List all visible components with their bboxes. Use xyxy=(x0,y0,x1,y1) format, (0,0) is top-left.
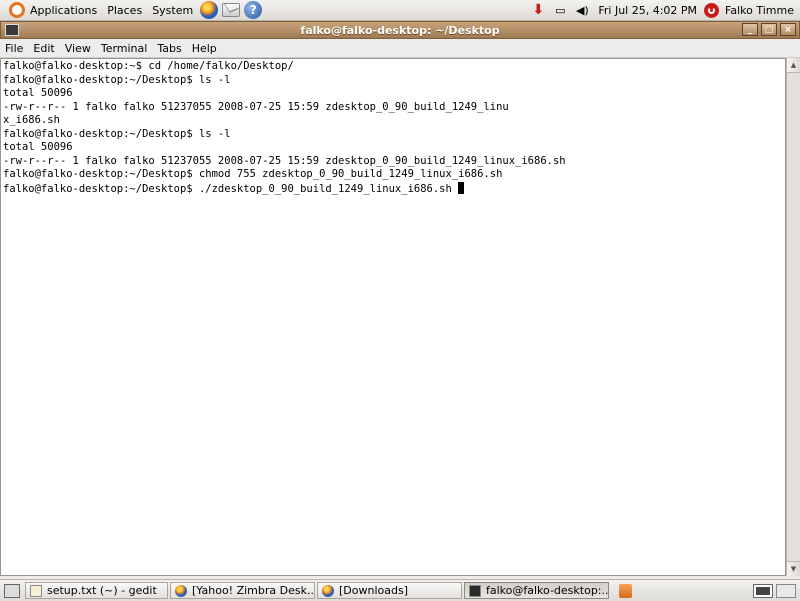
minimize-button[interactable]: _ xyxy=(742,23,758,36)
show-desktop-icon[interactable] xyxy=(4,583,20,598)
trash-icon[interactable] xyxy=(619,583,632,598)
clock[interactable]: Fri Jul 25, 4:02 PM xyxy=(593,4,702,17)
task-label: [Downloads] xyxy=(339,584,408,597)
power-icon xyxy=(704,2,720,18)
terminal-line: falko@falko-desktop:~$ cd /home/falko/De… xyxy=(3,60,294,72)
vertical-scrollbar[interactable]: ▲ ▼ xyxy=(786,58,800,576)
close-button[interactable]: × xyxy=(780,23,796,36)
menu-help[interactable]: Help xyxy=(187,42,222,55)
terminal-line: falko@falko-desktop:~/Desktop$ chmod 755… xyxy=(3,168,503,180)
terminal-line: -rw-r--r-- 1 falko falko 51237055 2008-0… xyxy=(3,100,509,113)
task-label: [Yahoo! Zimbra Desk... xyxy=(192,584,315,597)
top-panel: Applications Places System ? ⬇ ▭ ◀) Fri … xyxy=(0,0,800,21)
help-icon[interactable]: ? xyxy=(244,1,263,19)
window-controls: _ □ × xyxy=(739,23,796,36)
terminal-window: falko@falko-desktop: ~/Desktop _ □ × Fil… xyxy=(0,21,800,577)
gedit-icon xyxy=(30,584,42,597)
workspace-switcher-2[interactable] xyxy=(776,583,796,598)
terminal-line: x_i686.sh xyxy=(3,114,60,126)
menu-tabs[interactable]: Tabs xyxy=(152,42,186,55)
update-notifier-icon[interactable]: ⬇ xyxy=(530,2,546,18)
scroll-down-icon[interactable]: ▼ xyxy=(787,561,800,576)
maximize-button[interactable]: □ xyxy=(761,23,777,36)
menu-bar: File Edit View Terminal Tabs Help xyxy=(0,39,800,58)
firefox-icon xyxy=(322,584,334,597)
volume-icon[interactable]: ◀) xyxy=(574,2,590,18)
firefox-icon[interactable] xyxy=(200,1,219,19)
terminal-icon xyxy=(469,584,481,597)
taskbar-item-downloads[interactable]: [Downloads] xyxy=(317,582,462,599)
menu-file[interactable]: File xyxy=(0,42,28,55)
applications-menu-label: Applications xyxy=(30,3,98,17)
window-titlebar[interactable]: falko@falko-desktop: ~/Desktop _ □ × xyxy=(0,21,800,39)
terminal-prompt-command: falko@falko-desktop:~/Desktop$ ./zdeskto… xyxy=(3,182,459,195)
taskbar-item-terminal[interactable]: falko@falko-desktop:... xyxy=(464,582,609,599)
workspace-switcher-1[interactable] xyxy=(753,583,773,598)
task-label: setup.txt (~) - gedit xyxy=(47,584,157,597)
terminal-line: falko@falko-desktop:~/Desktop$ ls -l xyxy=(3,73,231,86)
scroll-up-icon[interactable]: ▲ xyxy=(787,58,800,73)
taskbar-item-zimbra[interactable]: [Yahoo! Zimbra Desk... xyxy=(170,582,315,599)
text-cursor xyxy=(458,181,465,194)
menu-view[interactable]: View xyxy=(60,42,96,55)
user-name: Falko Timme xyxy=(725,3,794,17)
mail-icon[interactable] xyxy=(222,3,241,17)
user-switcher[interactable]: Falko Timme xyxy=(702,2,800,18)
terminal-line: falko@falko-desktop:~/Desktop$ ls -l xyxy=(3,127,231,140)
system-menu[interactable]: System xyxy=(147,0,198,20)
applications-menu[interactable]: Applications xyxy=(0,0,102,20)
bottom-panel: setup.txt (~) - gedit [Yahoo! Zimbra Des… xyxy=(0,579,800,601)
ubuntu-logo-icon xyxy=(9,2,25,18)
terminal-line: total 50096 xyxy=(3,87,73,99)
task-label: falko@falko-desktop:... xyxy=(486,584,609,597)
terminal-line: -rw-r--r-- 1 falko falko 51237055 2008-0… xyxy=(3,154,566,167)
places-menu[interactable]: Places xyxy=(102,0,147,20)
network-icon[interactable]: ▭ xyxy=(552,2,568,18)
terminal-current-line: falko@falko-desktop:~/Desktop$ ./zdeskto… xyxy=(3,181,783,197)
firefox-icon xyxy=(175,584,187,597)
window-title: falko@falko-desktop: ~/Desktop xyxy=(300,23,500,37)
taskbar-item-gedit[interactable]: setup.txt (~) - gedit xyxy=(25,582,168,599)
menu-edit[interactable]: Edit xyxy=(28,42,59,55)
menu-terminal[interactable]: Terminal xyxy=(96,42,153,55)
terminal-output[interactable]: falko@falko-desktop:~$ cd /home/falko/De… xyxy=(0,58,786,576)
terminal-line: total 50096 xyxy=(3,141,73,153)
